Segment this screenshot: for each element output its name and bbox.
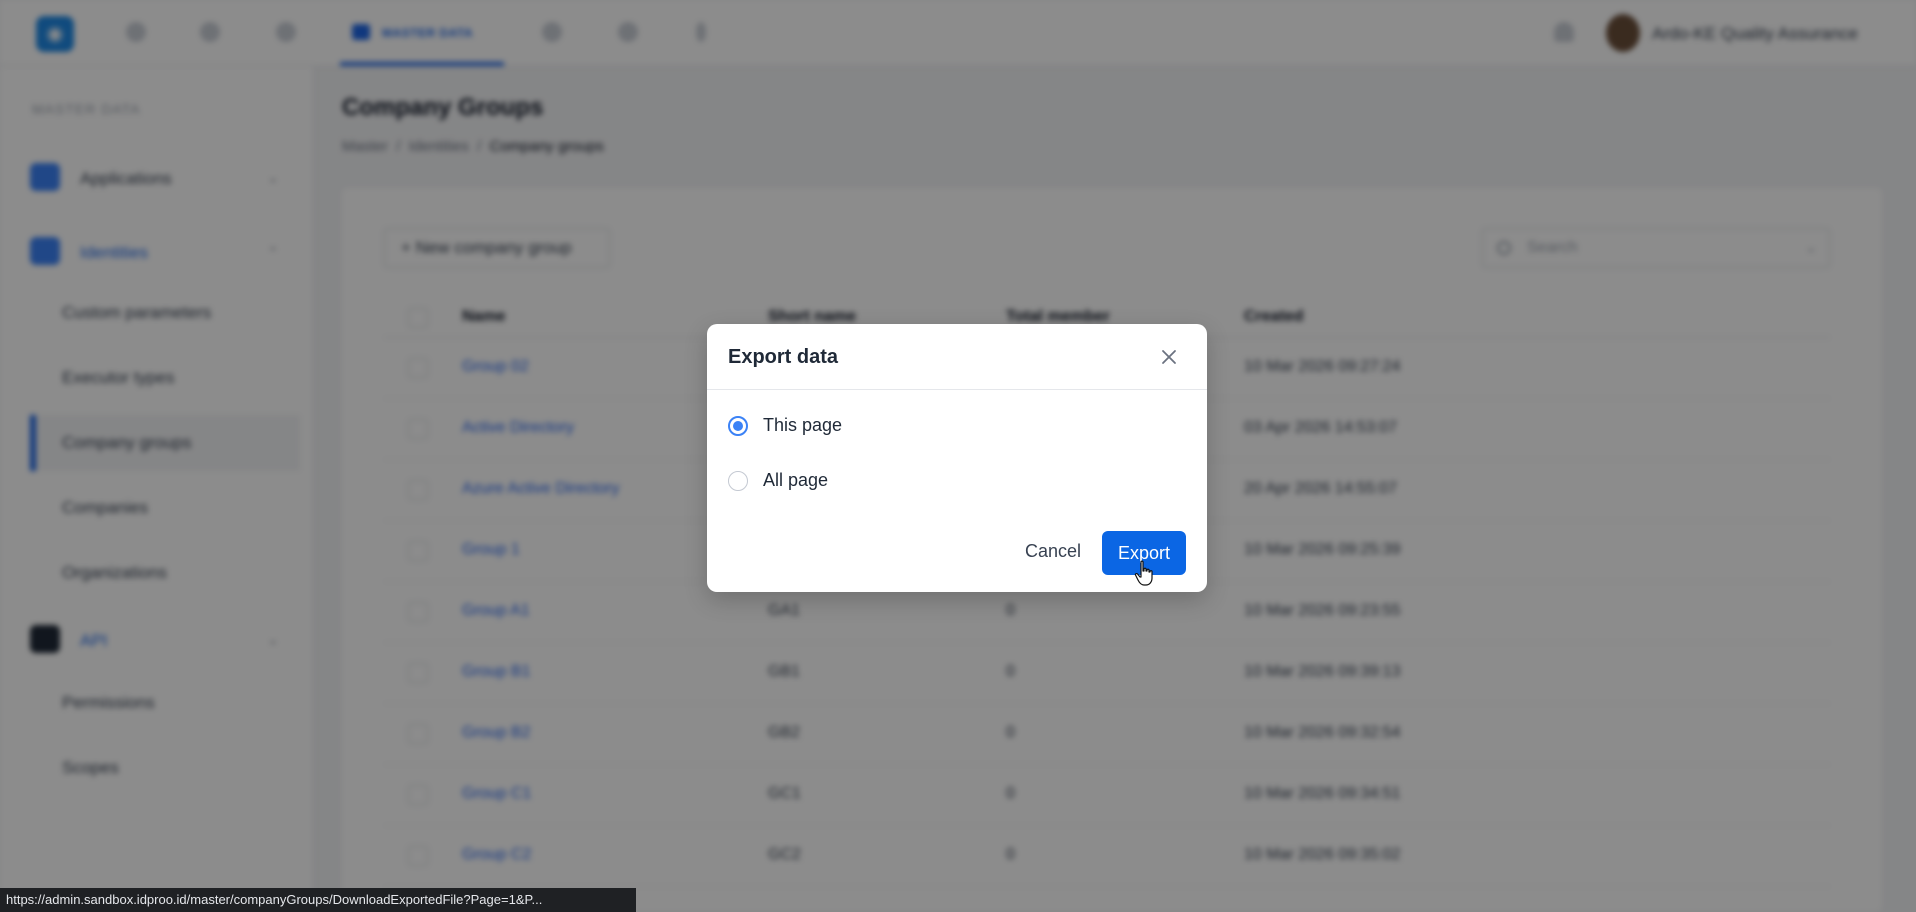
radio-label-this-page: This page (763, 415, 843, 435)
browser-status-url: https://admin.sandbox.idproo.id/master/c… (0, 888, 636, 912)
radio-button-checked[interactable] (728, 416, 748, 436)
export-data-dialog: Export data This page All page Cancel Ex… (707, 324, 1207, 592)
close-icon (1162, 350, 1176, 364)
cancel-button[interactable]: Cancel (1010, 532, 1096, 570)
radio-label-all-page: All page (763, 470, 829, 490)
radio-button-unchecked[interactable] (728, 471, 748, 491)
close-button[interactable] (1157, 345, 1181, 369)
dialog-title: Export data (728, 346, 839, 368)
dialog-header: Export data (707, 324, 1207, 390)
hand-cursor-icon (1134, 560, 1153, 586)
